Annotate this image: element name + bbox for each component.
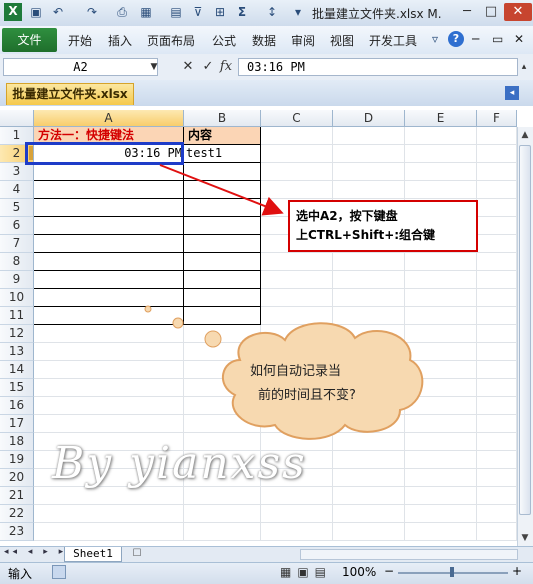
thought-bubble-dot (144, 305, 152, 313)
callout-line-2: 上CTRL+Shift+:组合键 (296, 228, 436, 242)
watermark: By yianxss (52, 438, 307, 489)
arrow-line (159, 164, 284, 216)
annotation-overlay (144, 164, 424, 440)
cloud-line-2: 前的时间且不变? (258, 388, 356, 403)
cloud-line-1: 如何自动记录当 (250, 364, 342, 379)
thought-bubble-dot (204, 330, 222, 348)
thought-bubble-dot (172, 317, 184, 329)
callout-line-1: 选中A2，按下键盘 (296, 209, 398, 223)
cloud-question: 如何自动记录当 前的时间且不变? (250, 360, 390, 408)
instruction-callout: 选中A2，按下键盘 上CTRL+Shift+:组合键 (288, 200, 478, 252)
